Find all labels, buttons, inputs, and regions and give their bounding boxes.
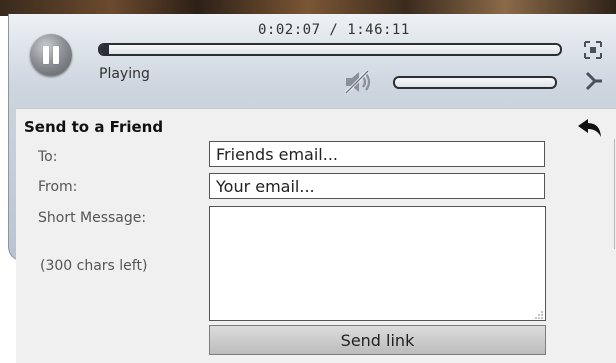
back-arrow-icon[interactable]: [576, 117, 604, 139]
message-label: Short Message:: [38, 210, 147, 226]
pause-icon-bar-right: [53, 46, 59, 64]
send-to-friend-panel: Send to a Friend To: From: Short Message…: [16, 108, 616, 363]
to-email-field[interactable]: [209, 141, 545, 167]
fullscreen-icon[interactable]: [583, 40, 603, 60]
playback-status: Playing: [99, 66, 150, 82]
speaker-muted-icon[interactable]: [342, 68, 374, 96]
to-label: To:: [38, 149, 58, 165]
panel-title: Send to a Friend: [24, 118, 164, 136]
pause-icon-bar-left: [43, 46, 49, 64]
time-display: 0:02:07 / 1:46:11: [258, 22, 410, 38]
share-icon[interactable]: [584, 70, 604, 94]
from-email-field[interactable]: [209, 173, 545, 199]
resize-grip-icon[interactable]: [534, 310, 544, 320]
from-label: From:: [38, 179, 78, 195]
volume-slider[interactable]: [393, 76, 557, 89]
send-link-button[interactable]: Send link: [209, 325, 546, 355]
seek-bar[interactable]: [98, 43, 562, 56]
pause-button[interactable]: [30, 34, 72, 76]
seek-progress: [100, 45, 110, 54]
chars-left-counter: (300 chars left): [40, 258, 148, 274]
message-textarea[interactable]: [209, 206, 546, 321]
